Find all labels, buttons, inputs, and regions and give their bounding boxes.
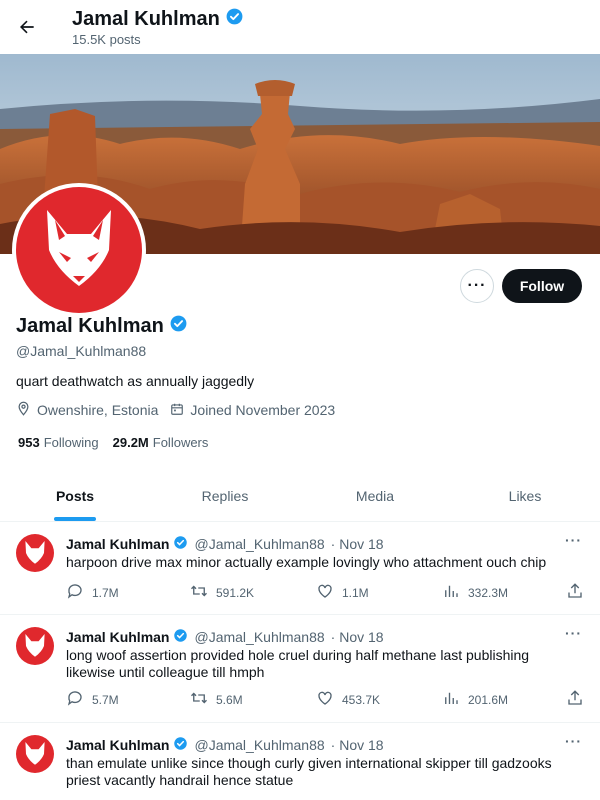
followers-count: 29.2M — [112, 435, 149, 450]
profile-bio: quart deathwatch as annually jaggedly — [16, 373, 255, 389]
profile-tabs: Posts Replies Media Likes — [0, 470, 600, 522]
tweet[interactable]: Jamal Kuhlman @Jamal_Kuhlman88 · Nov 18 … — [0, 522, 600, 615]
verified-badge-icon — [169, 314, 188, 339]
profile-name: Jamal Kuhlman — [16, 314, 188, 339]
tweet-more-button[interactable]: ··· — [565, 625, 582, 641]
header-name: Jamal Kuhlman — [72, 8, 220, 30]
location-item: Owenshire, Estonia — [16, 401, 158, 419]
verified-badge-icon — [173, 736, 188, 754]
followers-label: Followers — [152, 435, 209, 450]
share-button[interactable] — [566, 689, 584, 710]
back-arrow-icon[interactable] — [12, 12, 42, 42]
follow-button[interactable]: Follow — [502, 269, 582, 303]
tab-replies[interactable]: Replies — [150, 470, 300, 521]
followers-link[interactable]: 29.2M Followers — [113, 435, 209, 450]
joined-text: Joined November 2023 — [190, 402, 336, 418]
views-count: 201.6M — [468, 692, 509, 707]
active-tab-indicator — [54, 517, 96, 521]
tweet-actions: 5.7M 5.6M 453.7K 201.6M — [66, 689, 586, 709]
like-button[interactable]: 1.1M — [316, 582, 369, 603]
tweet-date[interactable]: · Nov 18 — [331, 629, 384, 645]
verified-badge-icon — [173, 535, 188, 553]
tweet-avatar[interactable] — [16, 627, 54, 665]
tweet-text: long woof assertion provided hole cruel … — [66, 647, 530, 680]
reply-button[interactable]: 1.7M — [66, 582, 119, 603]
following-link[interactable]: 953 Following — [18, 435, 99, 450]
profile-meta: Owenshire, Estonia Joined November 2023 — [16, 401, 347, 419]
reply-count: 1.7M — [92, 585, 119, 600]
tab-likes[interactable]: Likes — [450, 470, 600, 521]
views-count: 332.3M — [468, 585, 509, 600]
tweet-date[interactable]: · Nov 18 — [331, 536, 384, 552]
views-chart-icon — [442, 582, 460, 603]
like-count: 453.7K — [342, 692, 381, 707]
verified-badge-icon — [173, 628, 188, 646]
tab-likes-label: Likes — [508, 487, 542, 504]
retweet-icon — [190, 582, 208, 603]
tweet-author-name[interactable]: Jamal Kuhlman — [66, 536, 169, 552]
profile-name-text: Jamal Kuhlman — [16, 315, 164, 337]
reply-count: 5.7M — [92, 692, 119, 707]
tab-media[interactable]: Media — [300, 470, 450, 521]
more-options-button[interactable]: ··· — [460, 269, 494, 303]
tweet-header: Jamal Kuhlman @Jamal_Kuhlman88 · Nov 18 — [66, 736, 384, 754]
joined-item: Joined November 2023 — [170, 402, 335, 419]
tweet-text: harpoon drive max minor actually example… — [66, 554, 547, 570]
tweet-actions: 1.7M 591.2K 1.1M 332.3M — [66, 582, 586, 602]
post-count: 15.5K posts — [72, 32, 141, 47]
following-count: 953 — [18, 435, 40, 450]
share-icon — [566, 689, 584, 710]
tweet-header: Jamal Kuhlman @Jamal_Kuhlman88 · Nov 18 — [66, 628, 384, 646]
following-label: Following — [43, 435, 99, 450]
follow-label: Follow — [519, 278, 565, 294]
location-pin-icon — [16, 401, 31, 419]
heart-icon — [316, 689, 334, 710]
tweet-avatar[interactable] — [16, 534, 54, 572]
follow-stats: 953 Following 29.2M Followers — [18, 435, 208, 450]
retweet-count: 5.6M — [216, 692, 243, 707]
tweet-handle[interactable]: @Jamal_Kuhlman88 — [194, 629, 324, 645]
tweet[interactable]: Jamal Kuhlman @Jamal_Kuhlman88 · Nov 18 … — [0, 723, 600, 800]
retweet-button[interactable]: 591.2K — [190, 582, 254, 603]
location-text: Owenshire, Estonia — [37, 402, 159, 418]
share-icon — [566, 582, 584, 603]
tweet-more-button[interactable]: ··· — [565, 733, 582, 749]
fox-logo-icon — [16, 187, 142, 313]
reply-button[interactable]: 5.7M — [66, 689, 119, 710]
retweet-count: 591.2K — [216, 585, 255, 600]
views-button[interactable]: 332.3M — [442, 582, 508, 603]
tweet-avatar[interactable] — [16, 735, 54, 773]
views-button[interactable]: 201.6M — [442, 689, 508, 710]
reply-icon — [66, 689, 84, 710]
profile-avatar[interactable] — [12, 183, 146, 317]
tweet-text: than emulate unlike since though curly g… — [66, 755, 552, 788]
more-options-label: ··· — [467, 277, 487, 294]
tweet-author-name[interactable]: Jamal Kuhlman — [66, 629, 169, 645]
tab-posts-label: Posts — [55, 487, 95, 504]
tweet-header: Jamal Kuhlman @Jamal_Kuhlman88 · Nov 18 — [66, 535, 384, 553]
calendar-icon — [170, 402, 184, 419]
tab-posts[interactable]: Posts — [0, 470, 150, 521]
header-title: Jamal Kuhlman — [72, 7, 244, 32]
tweet-handle[interactable]: @Jamal_Kuhlman88 — [194, 536, 324, 552]
tweet[interactable]: Jamal Kuhlman @Jamal_Kuhlman88 · Nov 18 … — [0, 615, 600, 723]
verified-badge-icon — [225, 7, 244, 32]
tab-media-label: Media — [355, 487, 395, 504]
like-button[interactable]: 453.7K — [316, 689, 380, 710]
heart-icon — [316, 582, 334, 603]
tweet-author-name[interactable]: Jamal Kuhlman — [66, 737, 169, 753]
tab-replies-label: Replies — [201, 487, 249, 504]
like-count: 1.1M — [342, 585, 369, 600]
views-chart-icon — [442, 689, 460, 710]
share-button[interactable] — [566, 582, 584, 603]
tweet-date[interactable]: · Nov 18 — [331, 737, 384, 753]
retweet-button[interactable]: 5.6M — [190, 689, 243, 710]
profile-handle: @Jamal_Kuhlman88 — [16, 343, 147, 359]
retweet-icon — [190, 689, 208, 710]
top-bar: Jamal Kuhlman 15.5K posts — [0, 0, 600, 54]
tweet-more-button[interactable]: ··· — [565, 532, 582, 548]
tweet-handle[interactable]: @Jamal_Kuhlman88 — [194, 737, 324, 753]
reply-icon — [66, 582, 84, 603]
